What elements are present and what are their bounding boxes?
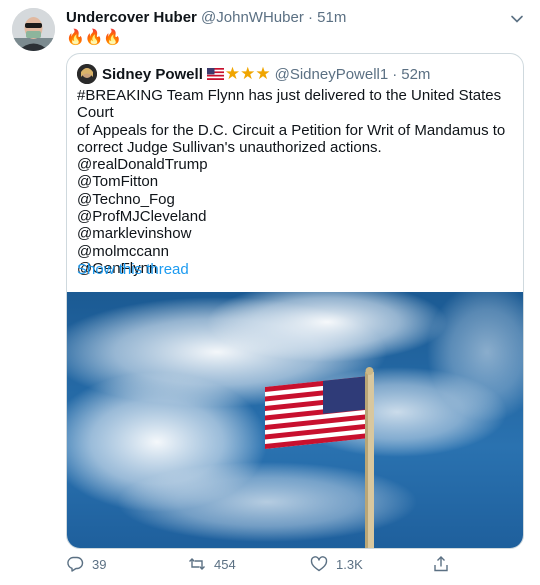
tweet-text: 🔥🔥🔥 xyxy=(66,29,123,46)
mention-link[interactable]: @TomFitton xyxy=(77,173,517,190)
quoted-avatar[interactable] xyxy=(77,64,97,84)
mention-link[interactable]: @marklevinshow xyxy=(77,225,517,242)
quoted-author-handle[interactable]: @SidneyPowell1 xyxy=(275,66,389,83)
text-line: correct Judge Sullivan's unauthorized ac… xyxy=(77,138,382,156)
quoted-author-name[interactable]: Sidney Powell xyxy=(102,66,203,83)
mention-link[interactable]: @Techno_Fog xyxy=(77,191,517,208)
quoted-tweet-text: #BREAKING Team Flynn has just delivered … xyxy=(77,87,517,277)
quoted-time[interactable]: 52m xyxy=(401,66,430,83)
reply-button[interactable]: 39 xyxy=(66,555,106,573)
action-bar: 39 454 1.3K xyxy=(66,555,526,577)
text-line: of Appeals for the D.C. Circuit a Petiti… xyxy=(77,121,506,139)
retweet-button[interactable]: 454 xyxy=(188,555,236,573)
quoted-tweet[interactable]: Sidney Powell ★★★ @SidneyPowell1 · 52m #… xyxy=(66,53,524,549)
author-handle[interactable]: @JohnWHuber xyxy=(201,9,304,26)
quoted-tweet-header: Sidney Powell ★★★ @SidneyPowell1 · 52m xyxy=(77,64,430,84)
retweet-icon xyxy=(189,558,205,570)
text-line: #BREAKING Team Flynn has just delivered … xyxy=(77,87,502,122)
reply-icon xyxy=(67,556,84,572)
like-button[interactable]: 1.3K xyxy=(310,555,363,573)
tweet-time[interactable]: 51m xyxy=(317,9,346,26)
chevron-down-icon[interactable] xyxy=(510,12,524,26)
mention-link[interactable]: @ProfMJCleveland xyxy=(77,208,517,225)
tweet-header: Undercover Huber @JohnWHuber · 51m xyxy=(66,9,346,27)
reply-count: 39 xyxy=(92,556,107,572)
separator-dot: · xyxy=(392,65,398,83)
mention-link[interactable]: @realDonaldTrump xyxy=(77,156,517,173)
mention-link[interactable]: @molmccann xyxy=(77,243,517,260)
heart-icon xyxy=(310,556,328,572)
author-name[interactable]: Undercover Huber xyxy=(66,9,197,26)
tweet[interactable]: Undercover Huber @JohnWHuber · 51m 🔥🔥🔥 S… xyxy=(0,0,540,585)
us-flag-icon xyxy=(206,68,224,80)
like-count: 1.3K xyxy=(336,556,363,572)
share-icon xyxy=(434,556,448,572)
avatar[interactable] xyxy=(12,8,55,51)
show-thread-link[interactable]: Show this thread xyxy=(77,261,189,278)
separator-dot: · xyxy=(308,9,313,26)
star-icons: ★★★ xyxy=(224,64,271,83)
flag-photo[interactable] xyxy=(67,292,524,549)
retweet-count: 454 xyxy=(214,556,236,572)
share-button[interactable] xyxy=(432,555,458,573)
